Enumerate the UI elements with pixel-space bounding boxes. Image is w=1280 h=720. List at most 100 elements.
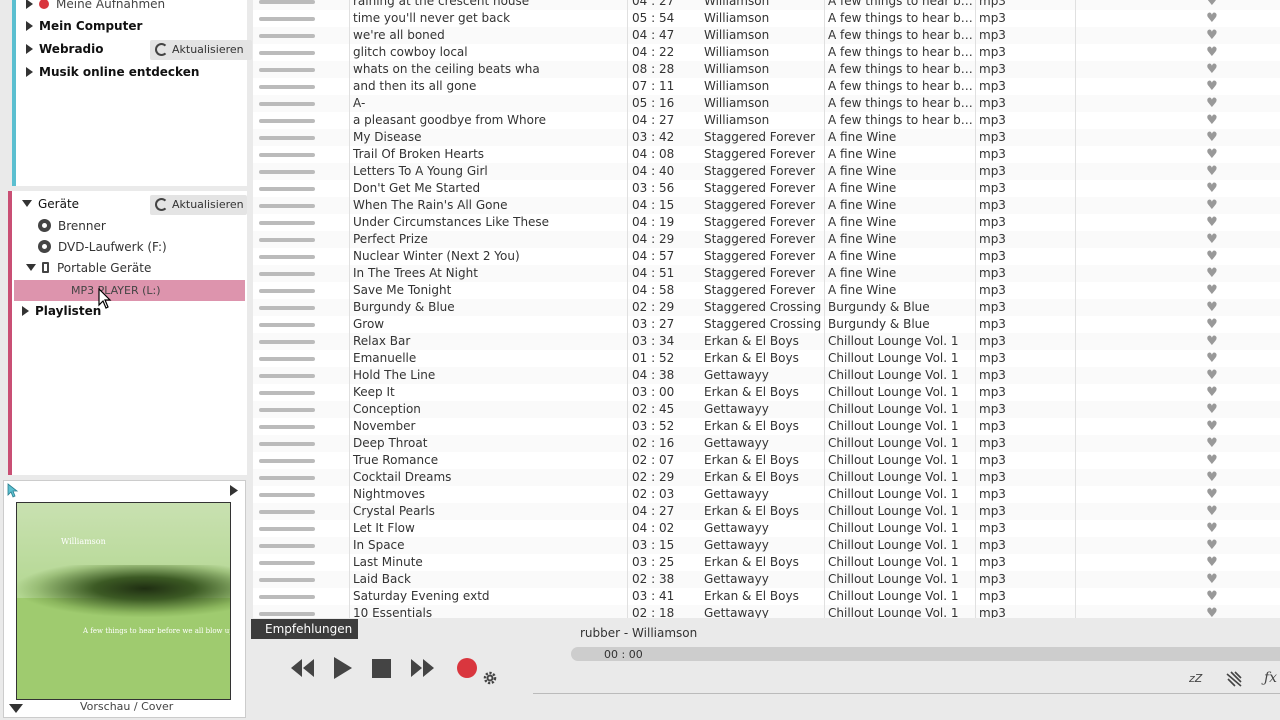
pointer-icon[interactable]	[7, 483, 19, 498]
table-row[interactable]: Nuclear Winter (Next 2 You) 04 : 57 Stagge…	[253, 248, 1280, 265]
table-row[interactable]: Grow 03 : 27 Staggered Crossing Burgundy & …	[253, 316, 1280, 333]
heart-icon[interactable]: ♥	[1204, 95, 1220, 112]
device-dvd-drive[interactable]: DVD-Laufwerk (F:)	[38, 237, 167, 258]
rating-bar[interactable]	[259, 187, 315, 191]
table-row[interactable]: Burgundy & Blue 02 : 29 Staggered Crossing…	[253, 299, 1280, 316]
heart-icon[interactable]: ♥	[1204, 197, 1220, 214]
heart-icon[interactable]: ♥	[1204, 27, 1220, 44]
webradio-refresh-button[interactable]: Aktualisieren	[150, 40, 252, 60]
seek-bar[interactable]	[571, 647, 1280, 661]
rating-bar[interactable]	[259, 459, 315, 463]
tree-item-webradio[interactable]: Webradio	[26, 39, 104, 60]
heart-icon[interactable]: ♥	[1204, 10, 1220, 27]
rating-bar[interactable]	[259, 595, 315, 599]
rating-bar[interactable]	[259, 544, 315, 548]
rating-bar[interactable]	[259, 17, 315, 21]
rating-bar[interactable]	[259, 68, 315, 72]
table-row[interactable]: glitch cowboy local 04 : 22 Williamson A fe…	[253, 44, 1280, 61]
expand-arrow-icon[interactable]	[26, 44, 33, 54]
heart-icon[interactable]: ♥	[1204, 452, 1220, 469]
rating-bar[interactable]	[259, 442, 315, 446]
heart-icon[interactable]: ♥	[1204, 214, 1220, 231]
rating-bar[interactable]	[259, 391, 315, 395]
table-row[interactable]: Trail Of Broken Hearts 04 : 08 Staggered F…	[253, 146, 1280, 163]
table-row[interactable]: Perfect Prize 04 : 29 Staggered Forever A f…	[253, 231, 1280, 248]
table-row[interactable]: My Disease 03 : 42 Staggered Forever A fine…	[253, 129, 1280, 146]
heart-icon[interactable]: ♥	[1204, 146, 1220, 163]
heart-icon[interactable]: ♥	[1204, 367, 1220, 384]
rating-bar[interactable]	[259, 323, 315, 327]
device-burner[interactable]: Brenner	[38, 216, 106, 237]
heart-icon[interactable]: ♥	[1204, 316, 1220, 333]
heart-icon[interactable]: ♥	[1204, 61, 1220, 78]
rating-bar[interactable]	[259, 476, 315, 480]
rating-bar[interactable]	[259, 527, 315, 531]
heart-icon[interactable]: ♥	[1204, 554, 1220, 571]
table-row[interactable]: we're all boned 04 : 47 Williamson A few th…	[253, 27, 1280, 44]
heart-icon[interactable]: ♥	[1204, 486, 1220, 503]
heart-icon[interactable]: ♥	[1204, 333, 1220, 350]
rating-bar[interactable]	[259, 272, 315, 276]
device-mp3-player-selected[interactable]: MP3 PLAYER (L:)	[14, 280, 245, 301]
rating-bar[interactable]	[259, 153, 315, 157]
rating-bar[interactable]	[259, 374, 315, 378]
table-row[interactable]: Emanuelle 01 : 52 Erkan & El Boys Chillout …	[253, 350, 1280, 367]
tree-item-my-recordings[interactable]: Meine Aufnahmen	[26, 0, 165, 15]
sleep-icon[interactable]: zZ	[1189, 672, 1202, 685]
rating-bar[interactable]	[259, 102, 315, 106]
heart-icon[interactable]: ♥	[1204, 0, 1220, 10]
heart-icon[interactable]: ♥	[1204, 44, 1220, 61]
expand-arrow-icon[interactable]	[26, 0, 33, 9]
table-row[interactable]: Under Circumstances Like These 04 : 19 Sta…	[253, 214, 1280, 231]
heart-icon[interactable]: ♥	[1204, 469, 1220, 486]
rating-bar[interactable]	[259, 510, 315, 514]
devices-refresh-button[interactable]: Aktualisieren	[150, 195, 247, 215]
recommendations-tab[interactable]: Empfehlungen	[251, 619, 358, 639]
effects-icon[interactable]: ƒx	[1264, 670, 1277, 686]
table-row[interactable]: In The Trees At Night 04 : 51 Staggered Fo…	[253, 265, 1280, 282]
table-row[interactable]: Don't Get Me Started 03 : 56 Staggered For…	[253, 180, 1280, 197]
heart-icon[interactable]: ♥	[1204, 299, 1220, 316]
rating-bar[interactable]	[259, 238, 315, 242]
collapse-arrow-icon[interactable]	[26, 264, 36, 271]
expand-arrow-icon[interactable]	[22, 306, 29, 316]
rating-bar[interactable]	[259, 136, 315, 140]
heart-icon[interactable]: ♥	[1204, 384, 1220, 401]
heart-icon[interactable]: ♥	[1204, 350, 1220, 367]
rating-bar[interactable]	[259, 306, 315, 310]
table-row[interactable]: November 03 : 52 Erkan & El Boys Chillout L…	[253, 418, 1280, 435]
collapse-arrow-icon[interactable]	[22, 200, 32, 207]
table-row[interactable]: In Space 03 : 15 Gettawayy Chillout Lounge …	[253, 537, 1280, 554]
heart-icon[interactable]: ♥	[1204, 537, 1220, 554]
table-row[interactable]: and then its all gone 07 : 11 Williamson A …	[253, 78, 1280, 95]
rating-bar[interactable]	[259, 357, 315, 361]
rating-bar[interactable]	[259, 612, 315, 616]
table-row[interactable]: raining at the crescent house 04 : 27 Will…	[253, 0, 1280, 10]
device-portable[interactable]: Portable Geräte	[26, 258, 151, 279]
heart-icon[interactable]: ♥	[1204, 418, 1220, 435]
rating-bar[interactable]	[259, 255, 315, 259]
chevron-down-icon[interactable]	[9, 704, 23, 713]
rating-bar[interactable]	[259, 51, 315, 55]
equalizer-icon[interactable]	[1226, 671, 1242, 687]
table-row[interactable]: a pleasant goodbye from Whore 04 : 27 Will…	[253, 112, 1280, 129]
rating-bar[interactable]	[259, 289, 315, 293]
fast-forward-icon[interactable]	[409, 657, 435, 679]
table-row[interactable]: Laid Back 02 : 38 Gettawayy Chillout Lounge…	[253, 571, 1280, 588]
table-row[interactable]: whats on the ceiling beats wha 08 : 28 Wil…	[253, 61, 1280, 78]
tree-item-devices[interactable]: Geräte	[22, 194, 79, 215]
table-row[interactable]: Conception 02 : 45 Gettawayy Chillout Loung…	[253, 401, 1280, 418]
table-row[interactable]: Nightmoves 02 : 03 Gettawayy Chillout Loung…	[253, 486, 1280, 503]
heart-icon[interactable]: ♥	[1204, 112, 1220, 129]
stop-icon[interactable]	[372, 659, 391, 678]
rating-bar[interactable]	[259, 408, 315, 412]
rating-bar[interactable]	[259, 425, 315, 429]
table-row[interactable]: Cocktail Dreams 02 : 29 Erkan & El Boys Chi…	[253, 469, 1280, 486]
play-icon[interactable]	[332, 656, 354, 680]
heart-icon[interactable]: ♥	[1204, 588, 1220, 605]
heart-icon[interactable]: ♥	[1204, 503, 1220, 520]
record-icon[interactable]	[456, 657, 478, 679]
table-row[interactable]: Saturday Evening extd 03 : 41 Erkan & El B…	[253, 588, 1280, 605]
table-row[interactable]: Relax Bar 03 : 34 Erkan & El Boys Chillout …	[253, 333, 1280, 350]
heart-icon[interactable]: ♥	[1204, 163, 1220, 180]
